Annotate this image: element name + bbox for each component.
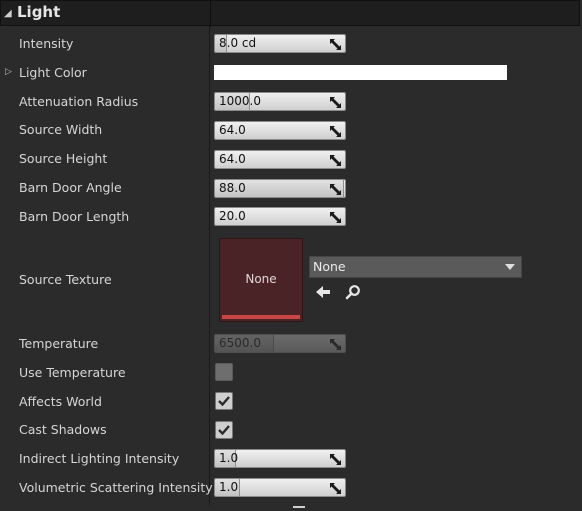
resize-arrows-icon: [330, 483, 341, 494]
barn-door-angle-label: Barn Door Angle: [19, 180, 122, 195]
header-divider: [210, 1, 211, 27]
back-arrow-icon[interactable]: [315, 284, 331, 300]
affects-world-label: Affects World: [19, 394, 102, 409]
volumetric-scattering-field[interactable]: 1.0: [214, 478, 346, 497]
source-texture-label: Source Texture: [19, 272, 112, 287]
light-color-label: Light Color: [19, 65, 87, 80]
attenuation-radius-field[interactable]: 1000.0: [214, 92, 346, 111]
expand-triangle-icon[interactable]: ▷: [5, 67, 12, 77]
light-color-swatch[interactable]: [214, 65, 507, 80]
source-width-value: 64.0: [219, 123, 246, 137]
checkmark-icon: [218, 425, 230, 436]
intensity-field[interactable]: 8.0 cd: [214, 34, 346, 53]
barn-door-angle-value: 88.0: [219, 181, 246, 195]
volumetric-scattering-value: 1.0: [219, 480, 239, 494]
source-height-label: Source Height: [19, 151, 108, 166]
texture-thumbnail[interactable]: None: [219, 238, 303, 322]
collapse-triangle-icon[interactable]: ◢: [4, 8, 12, 19]
texture-type-strip: [222, 315, 300, 319]
indirect-lighting-value: 1.0: [219, 451, 239, 465]
barn-door-length-value: 20.0: [219, 209, 246, 223]
source-height-field[interactable]: 64.0: [214, 150, 346, 169]
checkmark-icon: [218, 396, 230, 407]
advanced-expander-handle[interactable]: [293, 506, 305, 508]
resize-arrows-icon: [330, 155, 341, 166]
attenuation-radius-value: 1000.0: [219, 94, 261, 108]
resize-arrows-icon: [330, 454, 341, 465]
indirect-lighting-field[interactable]: 1.0: [214, 449, 346, 468]
chevron-down-icon: [505, 264, 515, 270]
volumetric-scattering-label: Volumetric Scattering Intensity: [19, 480, 213, 495]
search-icon[interactable]: [345, 284, 361, 300]
details-panel: ◢ Light Intensity 8.0 cd ▷ Light Color A…: [0, 0, 582, 511]
cast-shadows-label: Cast Shadows: [19, 422, 107, 437]
intensity-label: Intensity: [19, 36, 74, 51]
barn-door-length-field[interactable]: 20.0: [214, 207, 346, 226]
intensity-value: 8.0 cd: [219, 36, 257, 50]
texture-asset-dropdown[interactable]: None: [309, 256, 522, 278]
resize-arrows-icon: [330, 39, 341, 50]
source-width-field[interactable]: 64.0: [214, 121, 346, 140]
category-title: Light: [17, 3, 61, 21]
source-width-label: Source Width: [19, 122, 103, 137]
resize-arrows-icon: [330, 184, 341, 195]
barn-door-length-label: Barn Door Length: [19, 209, 130, 224]
resize-arrows-icon: [330, 339, 341, 350]
source-height-value: 64.0: [219, 152, 246, 166]
attenuation-radius-label: Attenuation Radius: [19, 94, 139, 109]
resize-arrows-icon: [330, 212, 341, 223]
texture-thumbnail-label: None: [245, 272, 277, 286]
temperature-value: 6500.0: [219, 336, 261, 350]
column-divider[interactable]: [209, 26, 210, 505]
resize-arrows-icon: [330, 97, 341, 108]
resize-arrows-icon: [330, 126, 341, 137]
texture-dropdown-value: None: [313, 259, 346, 274]
temperature-label: Temperature: [19, 336, 99, 351]
cast-shadows-checkbox[interactable]: [215, 421, 233, 439]
category-header[interactable]: ◢ Light: [0, 0, 580, 27]
indirect-lighting-label: Indirect Lighting Intensity: [19, 451, 180, 466]
affects-world-checkbox[interactable]: [215, 392, 233, 410]
use-temperature-checkbox[interactable]: [215, 363, 233, 381]
barn-door-angle-field[interactable]: 88.0: [214, 179, 346, 198]
use-temperature-label: Use Temperature: [19, 365, 126, 380]
temperature-field[interactable]: 6500.0: [214, 334, 346, 353]
